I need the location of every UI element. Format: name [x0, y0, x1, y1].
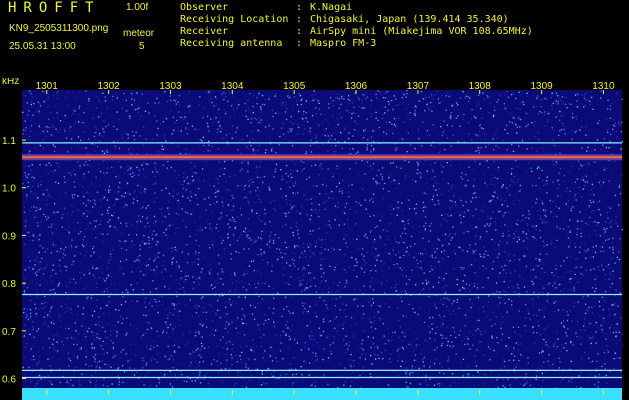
observation-metadata: Observer: K.Nagai Receiving Location: Chig… [180, 2, 533, 50]
meta-key: Observer [180, 2, 229, 13]
version-label: 1.00f [126, 2, 149, 13]
x-tick-label: 1307 [407, 81, 430, 92]
spectrogram-chart: kHz 1.1 1.0 0.9 0.8 0.7 0.6 1301 1302 1303 1304 130… [0, 78, 629, 400]
meta-key: Receiving Location [180, 14, 289, 25]
x-tick-label: 1305 [283, 81, 306, 92]
y-tick-label: 0.6 [2, 375, 16, 386]
meta-row-antenna: Receiving antenna: Maspro FM-3 [180, 38, 377, 49]
y-tick-label: 1.1 [2, 136, 16, 147]
meta-key: Receiving antenna [180, 38, 283, 49]
y-tick-label: 0.7 [2, 327, 16, 338]
file-name: KN9_2505311300.png [9, 23, 109, 34]
x-tick-label: 1310 [592, 81, 615, 92]
meta-key: Receiver [180, 26, 229, 37]
meta-row-receiver: Receiver: AirSpy mini (Miakejima VOR 108.… [180, 26, 533, 37]
x-tick-label: 1304 [221, 81, 244, 92]
meta-row-location: Receiving Location: Chigasaki, Japan (139… [180, 14, 509, 25]
bottom-band [22, 388, 622, 400]
datetime-label: 25.05.31 13:00 [9, 41, 76, 52]
y-tick-label: 0.9 [2, 231, 16, 242]
meta-value: Chigasaki, Japan (139.414 35.340) [310, 14, 509, 25]
app-title: HROFFT [8, 0, 101, 16]
x-tick-label: 1301 [36, 81, 59, 92]
meta-value: AirSpy mini (Miakejima VOR 108.65MHz) [310, 26, 533, 37]
meteor-count: 5 [139, 41, 145, 52]
meta-value: K.Nagai [310, 2, 353, 13]
y-tick-label: 1.0 [2, 184, 16, 195]
y-unit-label: kHz [2, 78, 19, 87]
header-panel: HROFFT 1.00f KN9_2505311300.png meteor 2… [0, 0, 629, 78]
meta-row-observer: Observer: K.Nagai [180, 2, 353, 13]
x-tick-label: 1303 [159, 81, 182, 92]
spectrogram-area [22, 90, 622, 388]
meta-value: Maspro FM-3 [310, 38, 377, 49]
meteor-label: meteor [123, 28, 155, 39]
x-tick-label: 1309 [530, 81, 553, 92]
x-tick-label: 1306 [345, 81, 368, 92]
spectrogram-svg: kHz 1.1 1.0 0.9 0.8 0.7 0.6 1301 1302 1303 1304 130… [0, 78, 629, 400]
y-tick-label: 0.8 [2, 279, 16, 290]
x-tick-label: 1308 [469, 81, 492, 92]
x-tick-label: 1302 [97, 81, 120, 92]
